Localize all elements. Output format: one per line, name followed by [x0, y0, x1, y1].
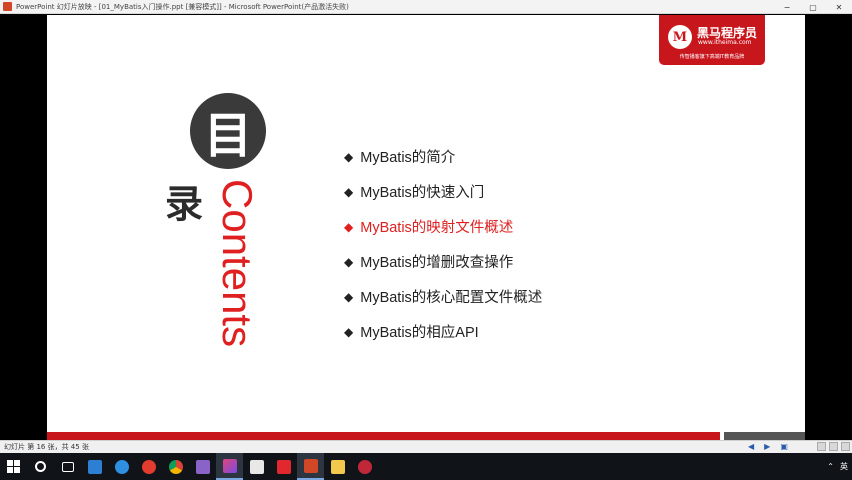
search-icon — [35, 461, 46, 472]
logo-url: www.itheima.com — [698, 39, 752, 46]
slideshow-view-icon[interactable] — [841, 442, 850, 451]
task-view-button[interactable] — [54, 453, 81, 480]
normal-view-icon[interactable] — [817, 442, 826, 451]
powerpoint-icon — [3, 2, 12, 11]
taskbar-app[interactable] — [189, 453, 216, 480]
agenda-item-label: MyBatis的快速入门 — [360, 185, 485, 201]
monitor-app-icon — [87, 459, 102, 474]
red-g-app-icon — [141, 459, 156, 474]
close-button[interactable]: ✕ — [826, 0, 852, 14]
taskbar-app[interactable] — [243, 453, 270, 480]
diamond-bullet-icon: ◆ — [344, 184, 354, 199]
minimize-button[interactable]: − — [774, 0, 800, 14]
file-explorer-icon — [330, 459, 345, 474]
slideshow-area[interactable]: M 黑马程序员 www.itheima.com 传智播客旗下高端IT教育品牌 目… — [0, 15, 852, 440]
visual-studio-icon — [195, 459, 210, 474]
itheima-logo: M 黑马程序员 www.itheima.com 传智播客旗下高端IT教育品牌 — [659, 15, 765, 65]
menu-icon[interactable]: ▣ — [780, 442, 788, 451]
start-button[interactable] — [0, 453, 27, 480]
taskbar-app[interactable] — [351, 453, 378, 480]
previous-slide-icon[interactable]: ◀ — [748, 442, 754, 451]
agenda-item-label: MyBatis的相应API — [360, 325, 479, 341]
search-button[interactable] — [27, 453, 54, 480]
typora-icon — [249, 459, 264, 474]
recorder-icon — [357, 459, 372, 474]
toc-circle: 目 — [190, 93, 266, 169]
system-tray: ⌃ 英 — [821, 453, 848, 480]
taskbar-app-active[interactable] — [216, 453, 243, 480]
contents-label: Contents — [213, 179, 261, 347]
slide[interactable]: M 黑马程序员 www.itheima.com 传智播客旗下高端IT教育品牌 目… — [47, 15, 805, 440]
title-bar: PowerPoint 幻灯片放映 - [01_MyBatis入门操作.ppt [… — [0, 0, 852, 14]
contents-text: Contents — [214, 179, 261, 348]
language-indicator[interactable]: 英 — [840, 461, 848, 472]
footer-gray-bar — [724, 432, 805, 440]
taskbar-app[interactable] — [324, 453, 351, 480]
sorter-view-icon[interactable] — [829, 442, 838, 451]
next-slide-icon[interactable]: ▶ — [764, 442, 770, 451]
taskbar-app[interactable] — [162, 453, 189, 480]
agenda-item-label: MyBatis的映射文件概述 — [360, 220, 514, 236]
xmind-icon — [276, 459, 291, 474]
agenda-item: ◆ MyBatis的相应API — [344, 314, 542, 349]
taskbar-app-active[interactable] — [297, 453, 324, 480]
agenda-list: ◆ MyBatis的简介 ◆ MyBatis的快速入门 ◆ MyBatis的映射文件概… — [344, 139, 542, 349]
powerpoint-icon — [303, 458, 318, 473]
slide-counter: 幻灯片 第 16 张，共 45 张 — [4, 443, 89, 451]
diamond-bullet-icon: ◆ — [344, 219, 354, 234]
intellij-icon — [222, 458, 237, 473]
logo-slogan: 传智播客旗下高端IT教育品牌 — [679, 54, 745, 60]
agenda-item-label: MyBatis的核心配置文件概述 — [360, 290, 543, 306]
agenda-item: ◆ MyBatis的增删改查操作 — [344, 244, 542, 279]
agenda-item: ◆ MyBatis的快速入门 — [344, 174, 542, 209]
window-controls: − ▢ ✕ — [774, 0, 852, 14]
taskbar-app[interactable] — [81, 453, 108, 480]
logo-badge: M — [668, 25, 692, 49]
taskbar-app[interactable] — [108, 453, 135, 480]
taskbar-app[interactable] — [135, 453, 162, 480]
toc-char: 录 — [165, 182, 204, 226]
footer-red-bar — [47, 432, 720, 440]
chevron-up-icon[interactable]: ⌃ — [827, 462, 834, 471]
diamond-bullet-icon: ◆ — [344, 324, 354, 339]
taskbar-app[interactable] — [270, 453, 297, 480]
status-bar: 幻灯片 第 16 张，共 45 张 ◀ ▶ ▣ — [0, 440, 852, 453]
slide-nav: ◀ ▶ ▣ — [748, 442, 798, 451]
view-buttons — [814, 442, 850, 451]
diamond-bullet-icon: ◆ — [344, 289, 354, 304]
agenda-item-label: MyBatis的简介 — [360, 150, 456, 166]
restore-button[interactable]: ▢ — [800, 0, 826, 14]
task-view-icon — [61, 461, 74, 472]
diamond-bullet-icon: ◆ — [344, 149, 354, 164]
window-title: PowerPoint 幻灯片放映 - [01_MyBatis入门操作.ppt [… — [16, 2, 349, 11]
agenda-item: ◆ MyBatis的核心配置文件概述 — [344, 279, 542, 314]
taskbar: ⌃ 英 — [0, 453, 852, 480]
windows-logo-icon — [7, 460, 20, 473]
agenda-item: ◆ MyBatis的简介 — [344, 139, 542, 174]
diamond-bullet-icon: ◆ — [344, 254, 354, 269]
chrome-icon — [168, 459, 183, 474]
agenda-item-active: ◆ MyBatis的映射文件概述 — [344, 209, 542, 244]
agenda-item-label: MyBatis的增删改查操作 — [360, 255, 514, 271]
edge-like-icon — [114, 459, 129, 474]
